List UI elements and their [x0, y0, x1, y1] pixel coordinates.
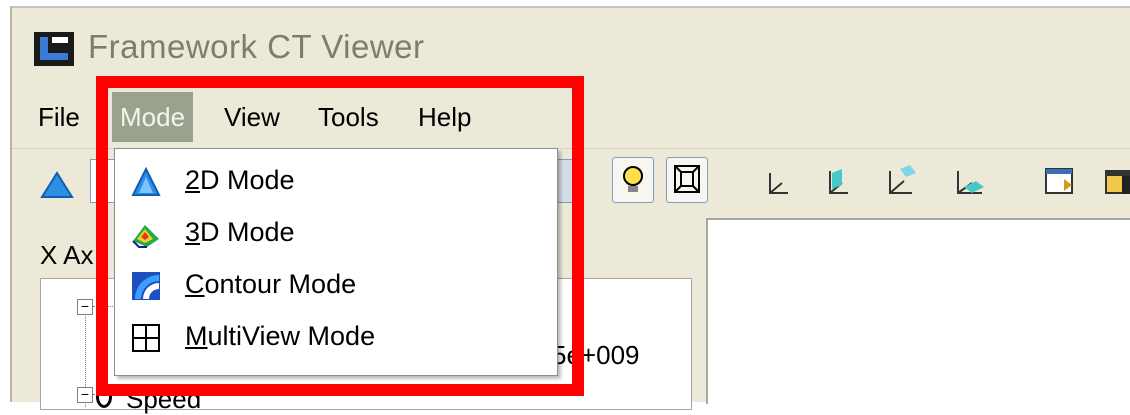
property-value: 5e+009: [552, 340, 640, 370]
x-axis-label: X Ax: [40, 240, 94, 270]
menu-item-3d-mode[interactable]: 3D Mode: [115, 209, 557, 261]
menu-item-multiview-mode[interactable]: MultiView Mode: [115, 313, 557, 365]
menu-mode[interactable]: Mode: [112, 92, 194, 142]
tree-collapse-toggle[interactable]: −: [77, 387, 93, 403]
2d-mode-icon: [131, 167, 161, 196]
mode-2d-toolbar-icon[interactable]: [40, 171, 74, 199]
menu-bar: File Mode View Tools Help: [12, 92, 1130, 142]
menu-item-label: D Mode: [200, 165, 295, 195]
menu-item-label: ultiView Mode: [207, 321, 376, 351]
window-sync-icon[interactable]: [1042, 165, 1082, 199]
menu-tools[interactable]: Tools: [310, 92, 387, 142]
viewport-panel[interactable]: [706, 218, 1130, 404]
mode-dropdown-menu: 2D Mode 3D Mode Contour Mode MultiView M…: [114, 148, 558, 376]
lightbulb-icon: [623, 166, 643, 192]
app-window: Framework CT Viewer File Mode View Tools…: [10, 6, 1130, 414]
front-view-icon[interactable]: [952, 167, 992, 199]
mnemonic: 3: [185, 217, 201, 247]
side-view-icon[interactable]: [822, 167, 852, 199]
speed-icon: [96, 386, 112, 408]
window-title: Framework CT Viewer: [88, 28, 425, 65]
app-logo-icon: [34, 32, 74, 66]
multiview-mode-icon: [132, 324, 160, 352]
menu-view[interactable]: View: [216, 92, 288, 142]
title-bar: Framework CT Viewer: [12, 8, 1130, 78]
mnemonic: M: [185, 321, 208, 351]
contour-mode-icon: [132, 272, 160, 300]
light-button[interactable]: [612, 157, 654, 203]
axis-view-icon[interactable]: [762, 169, 792, 199]
mnemonic: 2: [185, 165, 201, 195]
menu-item-label: D Mode: [200, 217, 295, 247]
menu-item-contour-mode[interactable]: Contour Mode: [115, 261, 557, 313]
menu-file[interactable]: File: [30, 92, 88, 142]
fit-view-button[interactable]: [666, 157, 708, 203]
window-edge: [1122, 176, 1130, 194]
mnemonic: C: [185, 269, 205, 299]
top-view-icon[interactable]: [882, 165, 922, 199]
combo-dropdown-button[interactable]: [556, 160, 581, 202]
3d-mode-icon: [132, 225, 159, 248]
menu-item-label: ontour Mode: [204, 269, 357, 299]
frame-icon: [674, 165, 700, 193]
menu-item-2d-mode[interactable]: 2D Mode: [115, 157, 557, 209]
menu-help[interactable]: Help: [410, 92, 479, 142]
tree-collapse-toggle[interactable]: −: [77, 299, 93, 315]
